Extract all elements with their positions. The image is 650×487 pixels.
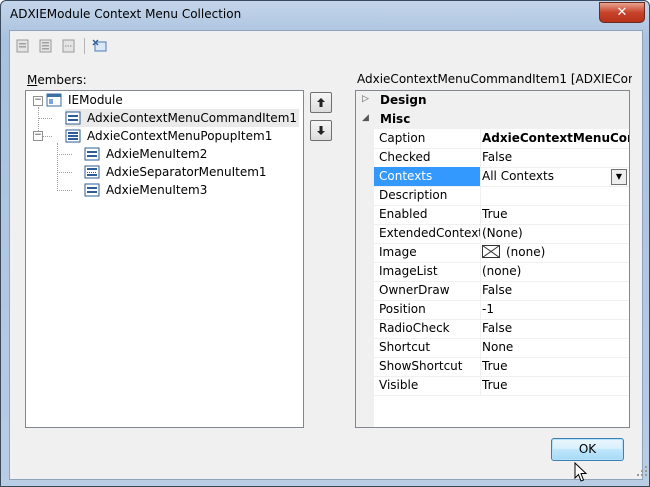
property-value[interactable]: AdxieContextMenuComm [482, 129, 629, 148]
tree-item-label: AdxieMenuItem2 [106, 147, 208, 161]
tree-item-menu-item2[interactable]: AdxieMenuItem2 [84, 145, 209, 163]
menu-item-icon [84, 183, 100, 197]
tree-item-separator-item1[interactable]: AdxieSeparatorMenuItem1 [84, 163, 269, 181]
dialog-window: ADXIEModule Context Menu Collection ✕ Me… [0, 0, 650, 487]
tree-item-label: AdxieSeparatorMenuItem1 [106, 165, 267, 179]
popup-item-icon [65, 129, 81, 143]
property-row-checked[interactable]: Checked False [374, 148, 629, 168]
property-value[interactable]: (none) [482, 243, 629, 262]
add-command-item-button[interactable] [14, 37, 32, 55]
property-value[interactable]: False [482, 319, 629, 338]
property-value[interactable]: (None) [482, 224, 629, 243]
menu-item-icon [84, 147, 100, 161]
property-row-caption[interactable]: Caption AdxieContextMenuComm [374, 129, 629, 149]
property-row-extendedcontexts[interactable]: ExtendedContexts (None) [374, 224, 629, 244]
category-misc[interactable]: ◢ Misc [356, 110, 629, 129]
move-down-button[interactable] [310, 120, 332, 141]
tree-item-command-item1[interactable]: AdxieContextMenuCommandItem1 [65, 109, 300, 127]
add-command-item-icon [16, 39, 29, 53]
ok-button[interactable]: OK [551, 438, 624, 461]
property-value[interactable]: True [482, 376, 629, 395]
contexts-dropdown-button[interactable]: ▼ [611, 169, 627, 185]
tree-item-popup-item1[interactable]: AdxieContextMenuPopupItem1 [65, 127, 274, 145]
mouse-cursor-icon [574, 462, 588, 482]
property-row-showshortcut[interactable]: ShowShortcut True [374, 357, 629, 377]
expand-icon[interactable]: ▷ [362, 94, 369, 104]
property-row-image[interactable]: Image (none) [374, 243, 629, 263]
property-row-contexts[interactable]: Contexts All Contexts ▼ [374, 167, 629, 187]
delete-item-icon [92, 39, 107, 52]
tree-connector [57, 154, 72, 155]
property-value[interactable]: All Contexts [482, 167, 629, 186]
property-row-position[interactable]: Position -1 [374, 300, 629, 320]
category-design[interactable]: ▷ Design [356, 91, 629, 110]
resize-grip-icon[interactable] [636, 465, 648, 477]
properties-title: AdxieContextMenuCommandItem1 [ADXIEConte… [357, 72, 632, 86]
property-row-description[interactable]: Description [374, 186, 629, 206]
tree-connector [57, 172, 72, 173]
separator-item-icon [84, 165, 100, 179]
close-button[interactable]: ✕ [599, 2, 645, 23]
tree-item-label: AdxieContextMenuCommandItem1 [87, 111, 298, 125]
members-tree[interactable]: − − IEModule AdxieContextMenuCommandItem… [25, 90, 304, 428]
property-value[interactable] [482, 186, 629, 205]
property-grid[interactable]: ▷ Design ◢ Misc Caption AdxieContextMenu… [355, 90, 630, 428]
tree-item-label: AdxieContextMenuPopupItem1 [87, 129, 273, 143]
arrow-up-icon [317, 98, 325, 107]
property-value[interactable]: True [482, 357, 629, 376]
arrow-down-icon [317, 126, 325, 135]
tree-connector [38, 118, 52, 119]
property-value[interactable]: None [482, 338, 629, 357]
toolbar [14, 35, 114, 57]
tree-item-menu-item3[interactable]: AdxieMenuItem3 [84, 181, 209, 199]
property-value[interactable]: -1 [482, 300, 629, 319]
property-value[interactable]: (none) [482, 262, 629, 281]
tree-item-label: AdxieMenuItem3 [106, 183, 208, 197]
window-title: ADXIEModule Context Menu Collection [10, 7, 242, 21]
collapse-toggle[interactable]: − [33, 96, 43, 106]
toolbar-separator [84, 38, 85, 54]
collapse-toggle[interactable]: − [33, 131, 43, 141]
property-row-ownerdraw[interactable]: OwnerDraw False [374, 281, 629, 301]
property-row-shortcut[interactable]: Shortcut None [374, 338, 629, 358]
property-grid-gutter [356, 91, 374, 427]
property-value[interactable]: False [482, 148, 629, 167]
property-row-visible[interactable]: Visible True [374, 376, 629, 396]
property-value[interactable]: False [482, 281, 629, 300]
tree-connector [43, 136, 52, 137]
add-popup-item-button[interactable] [37, 37, 55, 55]
property-row-radiocheck[interactable]: RadioCheck False [374, 319, 629, 339]
members-label: Members: [27, 73, 87, 87]
delete-item-button[interactable] [91, 37, 109, 55]
title-bar[interactable]: ADXIEModule Context Menu Collection ✕ [1, 1, 649, 29]
property-row-imagelist[interactable]: ImageList (none) [374, 262, 629, 282]
move-up-button[interactable] [310, 92, 332, 113]
property-row-enabled[interactable]: Enabled True [374, 205, 629, 225]
collapse-icon[interactable]: ◢ [362, 113, 369, 123]
tree-item-iemodule[interactable]: IEModule [46, 91, 125, 109]
add-popup-item-icon [39, 39, 52, 53]
property-value[interactable]: True [482, 205, 629, 224]
tree-item-label: IEModule [68, 93, 123, 107]
add-separator-item-icon [62, 39, 75, 53]
tree-connector [57, 190, 72, 191]
dialog-client-area: Members: − − IEModule AdxieContextMenuCo… [9, 30, 647, 480]
tree-connector [57, 143, 58, 189]
no-image-icon [482, 245, 500, 258]
add-separator-item-button[interactable] [60, 37, 78, 55]
command-item-icon [65, 111, 81, 125]
module-icon [46, 93, 62, 107]
